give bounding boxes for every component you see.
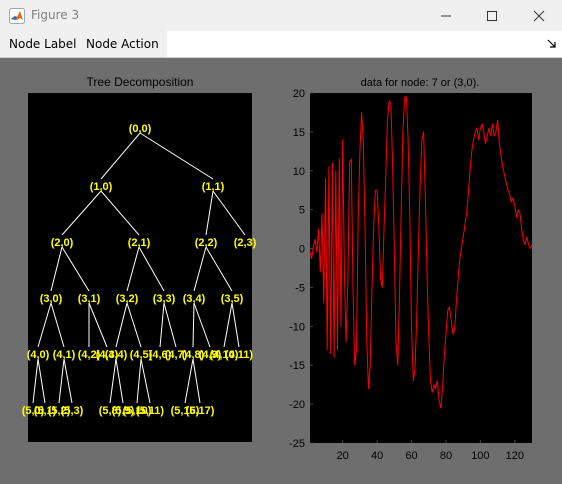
figure-svg: Tree Decomposition (0,0) (1,0) (1,1) (2,0) (… <box>22 75 533 462</box>
matlab-logo-icon <box>9 8 25 24</box>
tree-node-label[interactable]: (5,11) <box>136 405 164 417</box>
close-button[interactable] <box>516 0 562 31</box>
tree-node-label[interactable]: (5,3) <box>61 405 84 417</box>
maximize-icon <box>487 10 497 21</box>
tree-node-label[interactable]: (3,5) <box>221 293 244 305</box>
x-tick-label: 60 <box>405 450 417 462</box>
tree-node-label[interactable]: (3,3) <box>153 293 176 305</box>
x-tick-label: 120 <box>506 450 524 462</box>
tree-node-label[interactable]: (0,0) <box>129 123 152 135</box>
tree-node-label[interactable]: (4,0) <box>27 349 50 361</box>
x-tick-label: 20 <box>337 450 349 462</box>
tree-node-label[interactable]: (3,4) <box>183 293 206 305</box>
figure-canvas: Tree Decomposition (0,0) (1,0) (1,1) (2,0) (… <box>0 58 562 479</box>
y-tick-label: 15 <box>293 127 305 139</box>
tree-node-label[interactable]: (2,3) <box>234 237 257 249</box>
menu-bar: Node Label Node Action <box>0 31 562 58</box>
x-tick-label: 40 <box>371 450 383 462</box>
tree-node-label[interactable]: (5,17) <box>186 405 215 417</box>
tree-node-label[interactable]: (1,1) <box>202 181 225 193</box>
close-icon <box>533 10 545 21</box>
tree-node-label[interactable]: (4,11) <box>225 349 253 361</box>
minimize-button[interactable] <box>423 0 469 31</box>
y-tick-label: 0 <box>299 244 305 256</box>
x-tick-label: 80 <box>440 450 452 462</box>
tree-node-label[interactable]: (2,1) <box>128 237 151 249</box>
y-tick-label: -20 <box>289 399 305 411</box>
window-titlebar: Figure 3 <box>0 0 562 31</box>
y-tick-label: 5 <box>299 205 305 217</box>
y-tick-label: -5 <box>295 282 305 294</box>
y-tick-label: 10 <box>293 166 305 178</box>
maximize-button[interactable] <box>469 0 515 31</box>
tree-node-label[interactable]: (4,1) <box>53 349 76 361</box>
plot-title: data for node: 7 or (3,0). <box>361 77 480 89</box>
y-tick-label: -15 <box>289 360 305 372</box>
x-tick-label: 100 <box>471 450 489 462</box>
tree-title: Tree Decomposition <box>87 75 194 89</box>
menu-node-action[interactable]: Node Action <box>86 37 159 51</box>
window-title: Figure 3 <box>31 8 80 22</box>
menu-bar-items: Node Label Node Action <box>0 31 167 57</box>
tree-node-label[interactable]: (3,0) <box>40 293 63 305</box>
tree-node-label[interactable]: (3,1) <box>78 293 101 305</box>
tree-node-label[interactable]: (2,0) <box>51 237 74 249</box>
menu-node-label[interactable]: Node Label <box>9 37 77 51</box>
tree-node-label[interactable]: (1,0) <box>90 181 113 193</box>
y-tick-label: -25 <box>289 438 305 450</box>
y-tick-label: -10 <box>289 321 305 333</box>
minimize-icon <box>441 15 451 16</box>
plot-axes <box>310 93 532 443</box>
undock-arrow-icon[interactable] <box>547 39 556 48</box>
tree-node-label[interactable]: (2,2) <box>195 237 218 249</box>
tree-node-label[interactable]: (3,2) <box>116 293 139 305</box>
y-tick-label: 20 <box>293 88 305 100</box>
tree-node-label[interactable]: (4,4) <box>105 349 128 361</box>
